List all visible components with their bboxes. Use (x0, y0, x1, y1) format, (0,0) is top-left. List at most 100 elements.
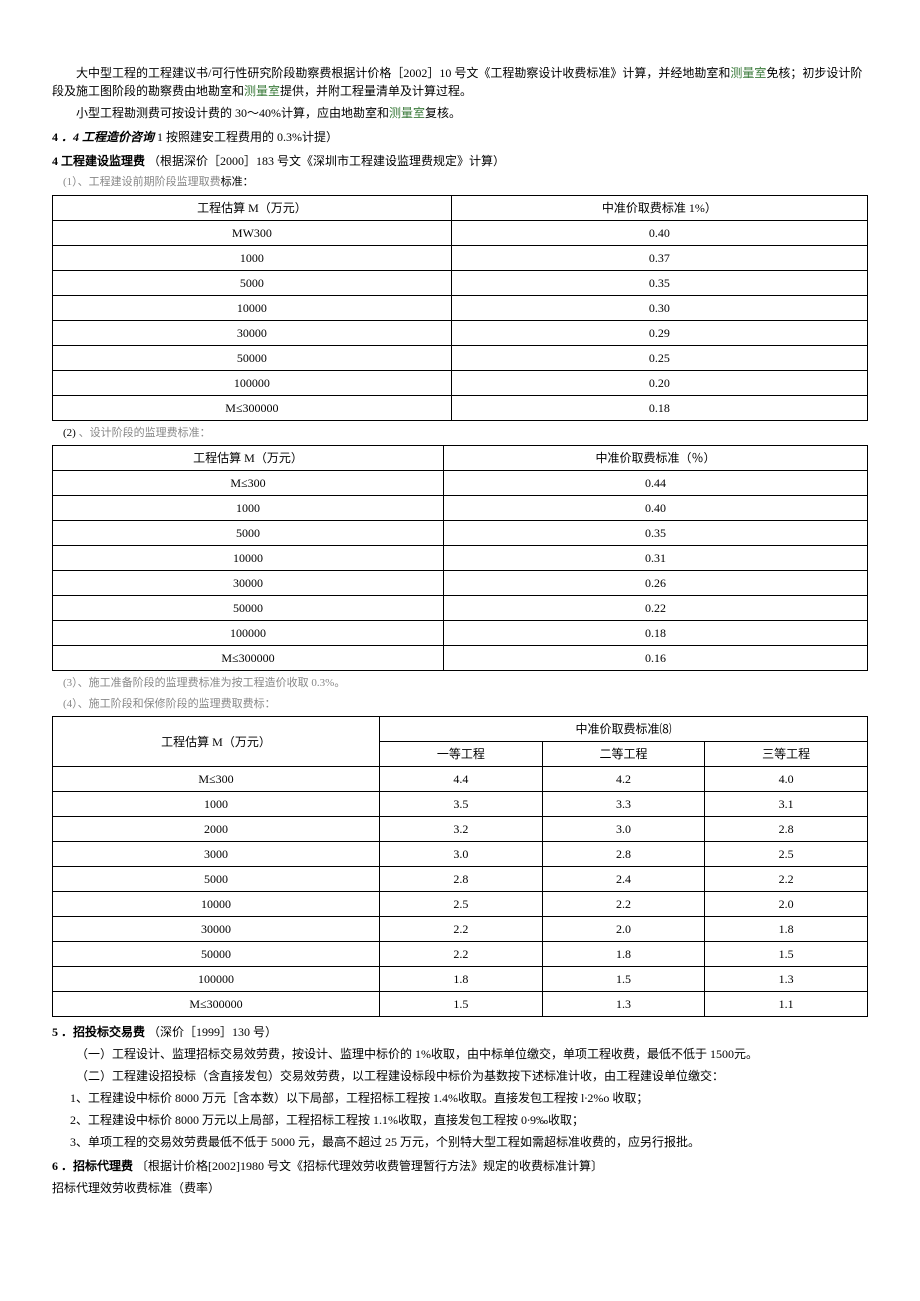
table-cell: 30000 (53, 917, 380, 942)
table-cell: 0.16 (444, 646, 868, 671)
table-cell: 0.18 (451, 395, 867, 420)
table-cell: 0.30 (451, 295, 867, 320)
table-cell: 2.5 (380, 892, 543, 917)
table-row: 100000.30 (53, 295, 868, 320)
table-cell: 100000 (53, 967, 380, 992)
table-design-fee: 工程估算 M（万元） 中准价取费标准（％） M≤3000.4410000.405… (52, 445, 868, 671)
table-cell: 1.5 (380, 992, 543, 1017)
subhead-4: (4）、施工阶段和保修阶段的监理费取费标： (52, 696, 868, 713)
table-row: 300002.22.01.8 (53, 917, 868, 942)
table-cell: 3000 (53, 842, 380, 867)
text: (2) (63, 427, 76, 439)
table-cell: 2.0 (705, 892, 868, 917)
table-cell: 2.8 (542, 842, 705, 867)
table-cell: 1000 (53, 245, 452, 270)
text-green: 测量室 (389, 106, 425, 120)
table-row: 10000.37 (53, 245, 868, 270)
num: 4 (52, 130, 58, 144)
heading-4-4: 4 ．4 工程造价咨询 1 按照建安工程费用的 0.3%计提） (52, 128, 868, 146)
table-cell: 3.0 (380, 842, 543, 867)
table-cell: 0.20 (451, 370, 867, 395)
table-row: M≤3000000.18 (53, 395, 868, 420)
table-cell: 2.0 (542, 917, 705, 942)
note: （深价［1999］130 号） (148, 1025, 277, 1039)
table-cell: MW300 (53, 220, 452, 245)
table-cell: M≤300000 (53, 395, 452, 420)
table-cell: 0.26 (444, 571, 868, 596)
table-prephase-fee: 工程估算 M（万元） 中准价取费标准 1%） MW3000.4010000.37… (52, 195, 868, 421)
paragraph-5-4: 2、工程建设中标价 8000 万元以上局部，工程招标工程按 1.1%收取，直接发… (52, 1111, 868, 1129)
note: （根据深价［2000］183 号文《深圳市工程建设监理费规定》计算） (148, 154, 505, 168)
text-green: 测量室 (730, 66, 766, 80)
table-cell: 0.40 (451, 220, 867, 245)
paragraph-5-2: （二）工程建设招投标（含直接发包）交易效劳费，以工程建设标段中标价为基数按下述标… (52, 1067, 868, 1085)
table-cell: 0.25 (451, 345, 867, 370)
table-cell: 30000 (53, 320, 452, 345)
heading-5: 5 ．招投标交易费 （深价［1999］130 号） (52, 1023, 868, 1041)
col-header: 中准价取费标准⑻ (380, 717, 868, 742)
table-row: 100000.31 (53, 546, 868, 571)
table-cell: 3.2 (380, 817, 543, 842)
table-row: M≤3000000.16 (53, 646, 868, 671)
table-cell: 1.8 (705, 917, 868, 942)
table-cell: 0.44 (444, 471, 868, 496)
table-cell: 2000 (53, 817, 380, 842)
table-cell: 2.8 (380, 867, 543, 892)
table-cell: 10000 (53, 892, 380, 917)
table-cell: 0.31 (444, 546, 868, 571)
table-row: 10000.40 (53, 496, 868, 521)
table-cell: 2.2 (542, 892, 705, 917)
note: 〔根据计价格[2002]1980 号文《招标代理效劳收费管理暂行方法》规定的收费… (136, 1159, 603, 1173)
table-cell: 2.5 (705, 842, 868, 867)
table-cell: M≤300 (53, 471, 444, 496)
table-cell: 0.29 (451, 320, 867, 345)
table-row: 10003.53.33.1 (53, 792, 868, 817)
table-cell: 2.2 (705, 867, 868, 892)
table-cell: 1.3 (705, 967, 868, 992)
table-cell: 3.5 (380, 792, 543, 817)
text: 复核。 (425, 106, 461, 120)
table-cell: 0.40 (444, 496, 868, 521)
text: 提供，并附工程量清单及计算过程。 (280, 84, 472, 98)
table-row: 50000.35 (53, 270, 868, 295)
text: 小型工程勘测费可按设计费的 30〜40%计算，应由地勘室和 (76, 106, 389, 120)
table-cell: M≤300000 (53, 992, 380, 1017)
subhead-1: (1）、工程建设前期阶段监理取费标准： (52, 174, 868, 191)
table-row: 1000000.18 (53, 621, 868, 646)
table-cell: 2.8 (705, 817, 868, 842)
table-cell: 1.8 (380, 967, 543, 992)
title: 4 工程建设监理费 (52, 154, 145, 168)
table-cell: 3.3 (542, 792, 705, 817)
table-row: 300000.29 (53, 320, 868, 345)
paragraph-5-1: （一）工程设计、监理招标交易效劳费，按设计、监理中标价的 1%收取，由中标单位缴… (52, 1045, 868, 1063)
table-cell: 3.0 (542, 817, 705, 842)
table-cell: 3.1 (705, 792, 868, 817)
table-cell: 1.8 (542, 942, 705, 967)
table-cell: 2.4 (542, 867, 705, 892)
title: ．4 工程造价咨询 (61, 130, 154, 144)
table-cell: 4.4 (380, 767, 543, 792)
num: 6 (52, 1159, 58, 1173)
paragraph-survey-2: 小型工程勘测费可按设计费的 30〜40%计算，应由地勘室和测量室复核。 (52, 104, 868, 122)
table-row: 20003.23.02.8 (53, 817, 868, 842)
text: 标准： (221, 176, 254, 188)
note: 1 按照建安工程费用的 0.3%计提） (157, 130, 338, 144)
col-header: 中准价取费标准 1%） (451, 195, 867, 220)
table-cell: 2.2 (380, 942, 543, 967)
text-gray: (1）、工程建设前期阶段监理取费 (63, 176, 221, 188)
subhead-2: (2) 、设计阶段的监理费标准： (52, 425, 868, 442)
heading-6: 6 ．招标代理费 〔根据计价格[2002]1980 号文《招标代理效劳收费管理暂… (52, 1157, 868, 1175)
table-cell: 100000 (53, 370, 452, 395)
col-header: 工程估算 M（万元） (53, 446, 444, 471)
paragraph-survey-1: 大中型工程的工程建议书/可行性研究阶段勘察费根据计价格［2002］10 号文《工… (52, 64, 868, 100)
table-cell: 50000 (53, 942, 380, 967)
table-cell: 1000 (53, 792, 380, 817)
paragraph-5-5: 3、单项工程的交易效劳费最低不低于 5000 元，最高不超过 25 万元，个别特… (52, 1133, 868, 1151)
table-cell: 1.5 (705, 942, 868, 967)
table-cell: 5000 (53, 521, 444, 546)
table-row: 50002.82.42.2 (53, 867, 868, 892)
table-cell: 1.3 (542, 992, 705, 1017)
table-row: M≤3000001.51.31.1 (53, 992, 868, 1017)
text-gray: 、设计阶段的监理费标准： (76, 427, 211, 439)
table-cell: 10000 (53, 295, 452, 320)
